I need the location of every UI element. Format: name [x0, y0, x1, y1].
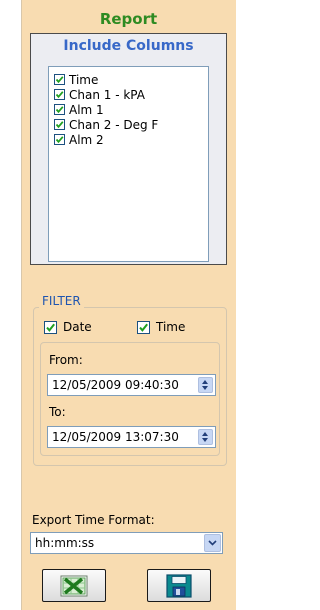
- from-datetime-value: 12/05/2009 09:40:30: [52, 378, 179, 392]
- check-icon[interactable]: [54, 134, 65, 145]
- spin-up-icon[interactable]: [202, 432, 208, 436]
- check-icon[interactable]: [54, 104, 65, 115]
- to-label: To:: [49, 405, 66, 419]
- check-icon[interactable]: [54, 89, 65, 100]
- report-title: Report: [99, 10, 158, 28]
- column-item-chan2[interactable]: Chan 2 - Deg F: [49, 117, 208, 132]
- export-time-format-select[interactable]: hh:mm:ss: [30, 532, 223, 554]
- to-datetime-value: 12/05/2009 13:07:30: [52, 430, 179, 444]
- check-icon[interactable]: [54, 119, 65, 130]
- check-icon[interactable]: [137, 320, 150, 334]
- from-datetime-input[interactable]: 12/05/2009 09:40:30: [47, 374, 216, 396]
- panel-divider: [21, 0, 22, 610]
- spin-up-icon[interactable]: [202, 380, 208, 384]
- column-item-alm1[interactable]: Alm 1: [49, 102, 208, 117]
- spin-down-icon[interactable]: [202, 386, 208, 390]
- columns-checklist[interactable]: Time Chan 1 - kPA Alm 1 Chan 2 - Deg F A…: [48, 66, 209, 262]
- check-icon[interactable]: [54, 74, 65, 85]
- save-icon: [166, 573, 192, 598]
- column-item-chan1[interactable]: Chan 1 - kPA: [49, 87, 208, 102]
- export-time-format-label: Export Time Format:: [32, 513, 155, 527]
- date-filter-label: Date: [63, 320, 92, 334]
- column-label: Chan 1 - kPA: [69, 87, 145, 102]
- from-label: From:: [49, 353, 83, 367]
- time-filter-checkbox[interactable]: Time: [137, 320, 185, 334]
- column-label: Chan 2 - Deg F: [69, 117, 159, 132]
- to-datetime-input[interactable]: 12/05/2009 13:07:30: [47, 426, 216, 448]
- column-item-alm2[interactable]: Alm 2: [49, 132, 208, 147]
- time-filter-label: Time: [156, 320, 186, 334]
- to-spinner-icon[interactable]: [198, 429, 213, 445]
- spin-down-icon[interactable]: [202, 438, 208, 442]
- chevron-down-icon[interactable]: [204, 534, 221, 552]
- column-label: Time: [69, 72, 99, 87]
- column-item-time[interactable]: Time: [49, 72, 208, 87]
- include-columns-box: Include Columns Time Chan 1 - kPA Alm 1 …: [30, 33, 227, 265]
- date-filter-checkbox[interactable]: Date: [44, 320, 92, 334]
- include-columns-title: Include Columns: [63, 38, 194, 54]
- save-button[interactable]: [147, 569, 211, 602]
- export-time-format-value: hh:mm:ss: [35, 536, 95, 550]
- column-label: Alm 2: [69, 132, 104, 147]
- from-spinner-icon[interactable]: [198, 377, 213, 393]
- column-label: Alm 1: [69, 102, 104, 117]
- export-excel-button[interactable]: [42, 569, 106, 602]
- check-icon[interactable]: [44, 320, 57, 334]
- excel-icon: [60, 575, 88, 596]
- filter-legend: FILTER: [39, 294, 84, 308]
